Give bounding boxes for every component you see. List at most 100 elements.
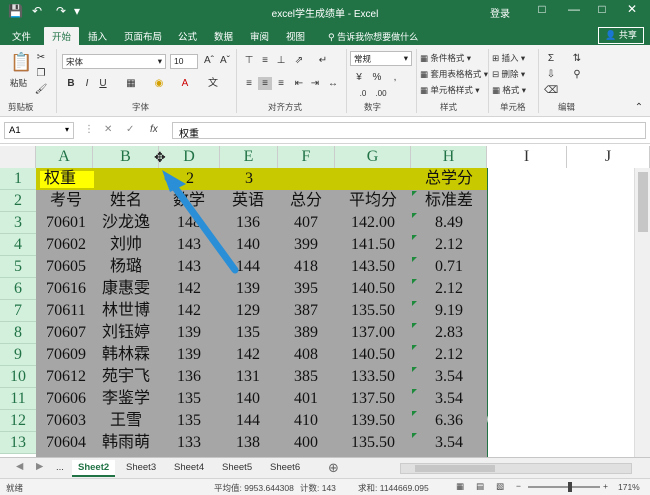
sheet-tab-sheet2[interactable]: Sheet2	[72, 460, 116, 477]
italic-icon[interactable]: I	[80, 77, 94, 90]
sheet-tab-sheet6[interactable]: Sheet6	[264, 460, 306, 477]
zoom-level[interactable]: 171%	[618, 482, 640, 492]
align-center-icon[interactable]: ≡	[258, 77, 272, 90]
table-cell[interactable]: 133.50	[336, 366, 410, 388]
table-cell[interactable]: 133	[160, 432, 218, 454]
table-cell[interactable]: 2.12	[412, 344, 486, 366]
page-layout-view-icon[interactable]: ▤	[476, 481, 484, 492]
align-left-icon[interactable]: ≡	[242, 77, 256, 90]
insert-cells-button[interactable]: ⊞ 插入 ▾	[492, 52, 525, 64]
table-cell[interactable]: 389	[278, 322, 334, 344]
close-icon[interactable]: ✕	[620, 2, 644, 16]
delete-cells-button[interactable]: ⊟ 删除 ▾	[492, 68, 525, 80]
table-cell[interactable]: 刘帅	[94, 234, 158, 256]
number-format-select[interactable]: 常规 ▾	[350, 51, 412, 66]
tab-review[interactable]: 审阅	[242, 27, 277, 45]
table-cell[interactable]: 70612	[40, 366, 92, 388]
accounting-format-icon[interactable]: ¥	[352, 71, 366, 84]
tab-page-layout[interactable]: 页面布局	[116, 27, 170, 45]
border-icon[interactable]: ▦	[124, 77, 138, 90]
cell-styles-button[interactable]: ▦ 单元格样式 ▾	[420, 84, 480, 96]
decrease-decimal-icon[interactable]: .00	[374, 87, 388, 100]
zoom-slider-thumb[interactable]	[568, 482, 572, 492]
autosum-icon[interactable]: Σ	[544, 52, 558, 65]
wrap-text-icon[interactable]: ↵	[316, 54, 330, 67]
table-cell[interactable]: 410	[278, 410, 334, 432]
table-cell[interactable]: 2.12	[412, 234, 486, 256]
vertical-scrollbar[interactable]	[634, 168, 650, 457]
row-header[interactable]: 3	[0, 212, 36, 234]
table-cell[interactable]: 3.54	[412, 432, 486, 454]
row-header[interactable]: 13	[0, 432, 36, 454]
font-name-select[interactable]: 宋体 ▾	[62, 54, 166, 69]
table-cell[interactable]: 135.50	[336, 432, 410, 454]
table-cell[interactable]: 140.50	[336, 344, 410, 366]
table-cell[interactable]: 141.50	[336, 234, 410, 256]
table-cell[interactable]: 70603	[40, 410, 92, 432]
header-cell[interactable]: 姓名	[94, 190, 158, 212]
column-header-g[interactable]: G	[335, 146, 411, 168]
table-cell[interactable]: 139.50	[336, 410, 410, 432]
table-cell[interactable]: 140.50	[336, 278, 410, 300]
cancel-icon[interactable]: ✕	[104, 124, 112, 135]
table-cell[interactable]: 140	[220, 388, 276, 410]
select-all-corner[interactable]	[0, 146, 36, 168]
table-cell[interactable]: 70601	[40, 212, 92, 234]
row-header[interactable]: 7	[0, 300, 36, 322]
phonetic-icon[interactable]: 文	[206, 77, 220, 90]
row-header[interactable]: 5	[0, 256, 36, 278]
table-cell[interactable]: 129	[220, 300, 276, 322]
align-bottom-icon[interactable]: ⊥	[274, 54, 288, 67]
row-header[interactable]: 9	[0, 344, 36, 366]
sort-filter-icon[interactable]: ⇅	[570, 52, 584, 65]
increase-indent-icon[interactable]: ⇥	[308, 77, 322, 90]
table-cell[interactable]: 142	[160, 300, 218, 322]
table-cell[interactable]: 395	[278, 278, 334, 300]
format-painter-icon[interactable]: 🖌	[34, 83, 48, 96]
column-header-a[interactable]: A	[36, 146, 93, 168]
header-cell[interactable]: 平均分	[336, 190, 410, 212]
scroll-left-icon[interactable]: ◀	[16, 461, 23, 472]
conditional-formatting-button[interactable]: ▦ 条件格式 ▾	[420, 52, 471, 64]
tab-file[interactable]: 文件	[4, 27, 39, 45]
row-header[interactable]: 8	[0, 322, 36, 344]
table-cell[interactable]: 142	[220, 344, 276, 366]
table-cell[interactable]: 144	[220, 410, 276, 432]
table-cell[interactable]: 李鉴学	[94, 388, 158, 410]
percent-icon[interactable]: %	[370, 71, 384, 84]
formula-input[interactable]: 权重	[172, 122, 646, 140]
table-cell[interactable]: 135	[160, 410, 218, 432]
cell-h1[interactable]: 总学分	[413, 168, 485, 190]
table-cell[interactable]: 400	[278, 432, 334, 454]
header-cell[interactable]: 总分	[278, 190, 334, 212]
tab-view[interactable]: 视图	[278, 27, 313, 45]
row-header[interactable]: 12	[0, 410, 36, 432]
table-cell[interactable]: 3.54	[412, 388, 486, 410]
table-cell[interactable]: 70609	[40, 344, 92, 366]
table-cell[interactable]: 8.49	[412, 212, 486, 234]
increase-decimal-icon[interactable]: .0	[356, 87, 370, 100]
underline-icon[interactable]: U	[96, 77, 110, 90]
clear-icon[interactable]: ⌫	[544, 84, 558, 97]
header-cell[interactable]: 考号	[40, 190, 92, 212]
row-header[interactable]: 2	[0, 190, 36, 212]
zoom-in-icon[interactable]: +	[603, 481, 608, 491]
table-cell[interactable]: 3.54	[412, 366, 486, 388]
zoom-slider[interactable]	[528, 482, 600, 492]
table-cell[interactable]: 139	[160, 322, 218, 344]
table-cell[interactable]: 70604	[40, 432, 92, 454]
table-cell[interactable]: 韩林霖	[94, 344, 158, 366]
normal-view-icon[interactable]: ▦	[456, 481, 464, 492]
table-cell[interactable]: 70605	[40, 256, 92, 278]
row-header[interactable]: 1	[0, 168, 36, 190]
table-cell[interactable]: 王雪	[94, 410, 158, 432]
fill-color-icon[interactable]: ◉	[152, 77, 166, 90]
row-header[interactable]: 6	[0, 278, 36, 300]
table-cell[interactable]: 苑宇飞	[94, 366, 158, 388]
hscroll-thumb[interactable]	[415, 465, 495, 472]
row-header[interactable]: 11	[0, 388, 36, 410]
merge-center-icon[interactable]: ↔	[326, 77, 340, 90]
table-cell[interactable]: 2.83	[412, 322, 486, 344]
sheet-tab-sheet5[interactable]: Sheet5	[216, 460, 258, 477]
horizontal-scrollbar[interactable]	[400, 463, 632, 474]
